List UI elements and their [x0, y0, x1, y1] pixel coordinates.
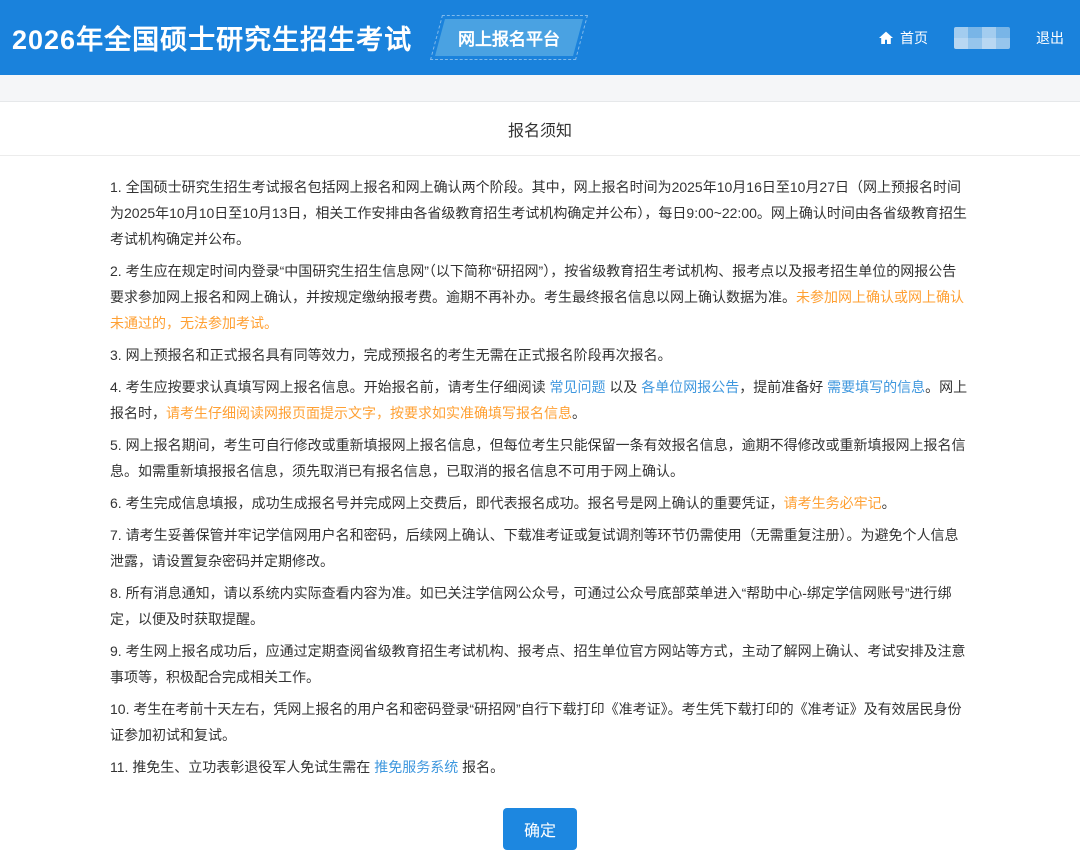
notice-text: 1. 全国硕士研究生招生考试报名包括网上报名和网上确认两个阶段。其中，网上报名时…	[110, 179, 967, 247]
notice-text: 。	[882, 495, 896, 511]
button-row: 确定	[0, 808, 1080, 850]
inline-link[interactable]: 各单位网报公告	[641, 379, 739, 395]
warning-text: 请考生仔细阅读网报页面提示文字，按要求如实准确填写报名信息	[166, 405, 572, 421]
notice-text: 报名。	[458, 759, 504, 775]
notice-text: ，提前准备好	[739, 379, 827, 395]
notice-paragraph: 8. 所有消息通知，请以系统内实际查看内容为准。如已关注学信网公众号，可通过公众…	[110, 580, 970, 632]
notice-paragraph: 9. 考生网上报名成功后，应通过定期查阅省级教育招生考试机构、报考点、招生单位官…	[110, 638, 970, 690]
notice-paragraph: 2. 考生应在规定时间内登录“中国研究生招生信息网”（以下简称“研招网”），按省…	[110, 258, 970, 336]
warning-text: 请考生务必牢记	[784, 495, 882, 511]
notice-text: 以及	[605, 379, 641, 395]
home-link[interactable]: 首页	[878, 28, 928, 48]
platform-badge: 网上报名平台	[430, 15, 588, 60]
notice-text: 。	[572, 405, 586, 421]
page-title-bar: 报名须知	[0, 102, 1080, 156]
notice-paragraph: 5. 网上报名期间，考生可自行修改或重新填报网上报名信息，但每位考生只能保留一条…	[110, 432, 970, 484]
inline-link[interactable]: 推免服务系统	[374, 759, 458, 775]
sub-bar	[0, 75, 1080, 102]
redacted-username	[954, 27, 1010, 49]
notice-text: 10. 考生在考前十天左右，凭网上报名的用户名和密码登录“研招网”自行下载打印《…	[110, 701, 962, 743]
notice-text: 3. 网上预报名和正式报名具有同等效力，完成预报名的考生无需在正式报名阶段再次报…	[110, 347, 672, 363]
home-icon	[878, 30, 894, 46]
notice-text: 4. 考生应按要求认真填写网上报名信息。开始报名前，请考生仔细阅读	[110, 379, 549, 395]
notice-body: 1. 全国硕士研究生招生考试报名包括网上报名和网上确认两个阶段。其中，网上报名时…	[110, 156, 970, 780]
logout-link[interactable]: 退出	[1036, 28, 1064, 48]
notice-paragraph: 11. 推免生、立功表彰退役军人免试生需在 推免服务系统 报名。	[110, 754, 970, 780]
notice-paragraph: 10. 考生在考前十天左右，凭网上报名的用户名和密码登录“研招网”自行下载打印《…	[110, 696, 970, 748]
notice-text: 11. 推免生、立功表彰退役军人免试生需在	[110, 759, 374, 775]
notice-paragraph: 1. 全国硕士研究生招生考试报名包括网上报名和网上确认两个阶段。其中，网上报名时…	[110, 174, 970, 252]
notice-paragraph: 3. 网上预报名和正式报名具有同等效力，完成预报名的考生无需在正式报名阶段再次报…	[110, 342, 970, 368]
notice-paragraph: 4. 考生应按要求认真填写网上报名信息。开始报名前，请考生仔细阅读 常见问题 以…	[110, 374, 970, 426]
notice-paragraph: 7. 请考生妥善保管并牢记学信网用户名和密码，后续网上确认、下载准考证或复试调剂…	[110, 522, 970, 574]
notice-text: 5. 网上报名期间，考生可自行修改或重新填报网上报名信息，但每位考生只能保留一条…	[110, 437, 966, 479]
page-title: 报名须知	[508, 117, 572, 141]
inline-link[interactable]: 常见问题	[549, 379, 605, 395]
notice-text: 9. 考生网上报名成功后，应通过定期查阅省级教育招生考试机构、报考点、招生单位官…	[110, 643, 966, 685]
app-header: 2026年全国硕士研究生招生考试 网上报名平台 首页 退出	[0, 0, 1080, 75]
platform-badge-label: 网上报名平台	[458, 25, 560, 50]
logout-link-label: 退出	[1036, 28, 1064, 48]
confirm-button[interactable]: 确定	[503, 808, 577, 850]
inline-link[interactable]: 需要填写的信息	[827, 379, 925, 395]
notice-text: 8. 所有消息通知，请以系统内实际查看内容为准。如已关注学信网公众号，可通过公众…	[110, 585, 952, 627]
app-title: 2026年全国硕士研究生招生考试	[12, 18, 412, 57]
notice-paragraph: 6. 考生完成信息填报，成功生成报名号并完成网上交费后，即代表报名成功。报名号是…	[110, 490, 970, 516]
notice-text: 6. 考生完成信息填报，成功生成报名号并完成网上交费后，即代表报名成功。报名号是…	[110, 495, 784, 511]
header-nav: 首页 退出	[878, 27, 1064, 49]
home-link-label: 首页	[900, 28, 928, 48]
notice-text: 7. 请考生妥善保管并牢记学信网用户名和密码，后续网上确认、下载准考证或复试调剂…	[110, 527, 959, 569]
